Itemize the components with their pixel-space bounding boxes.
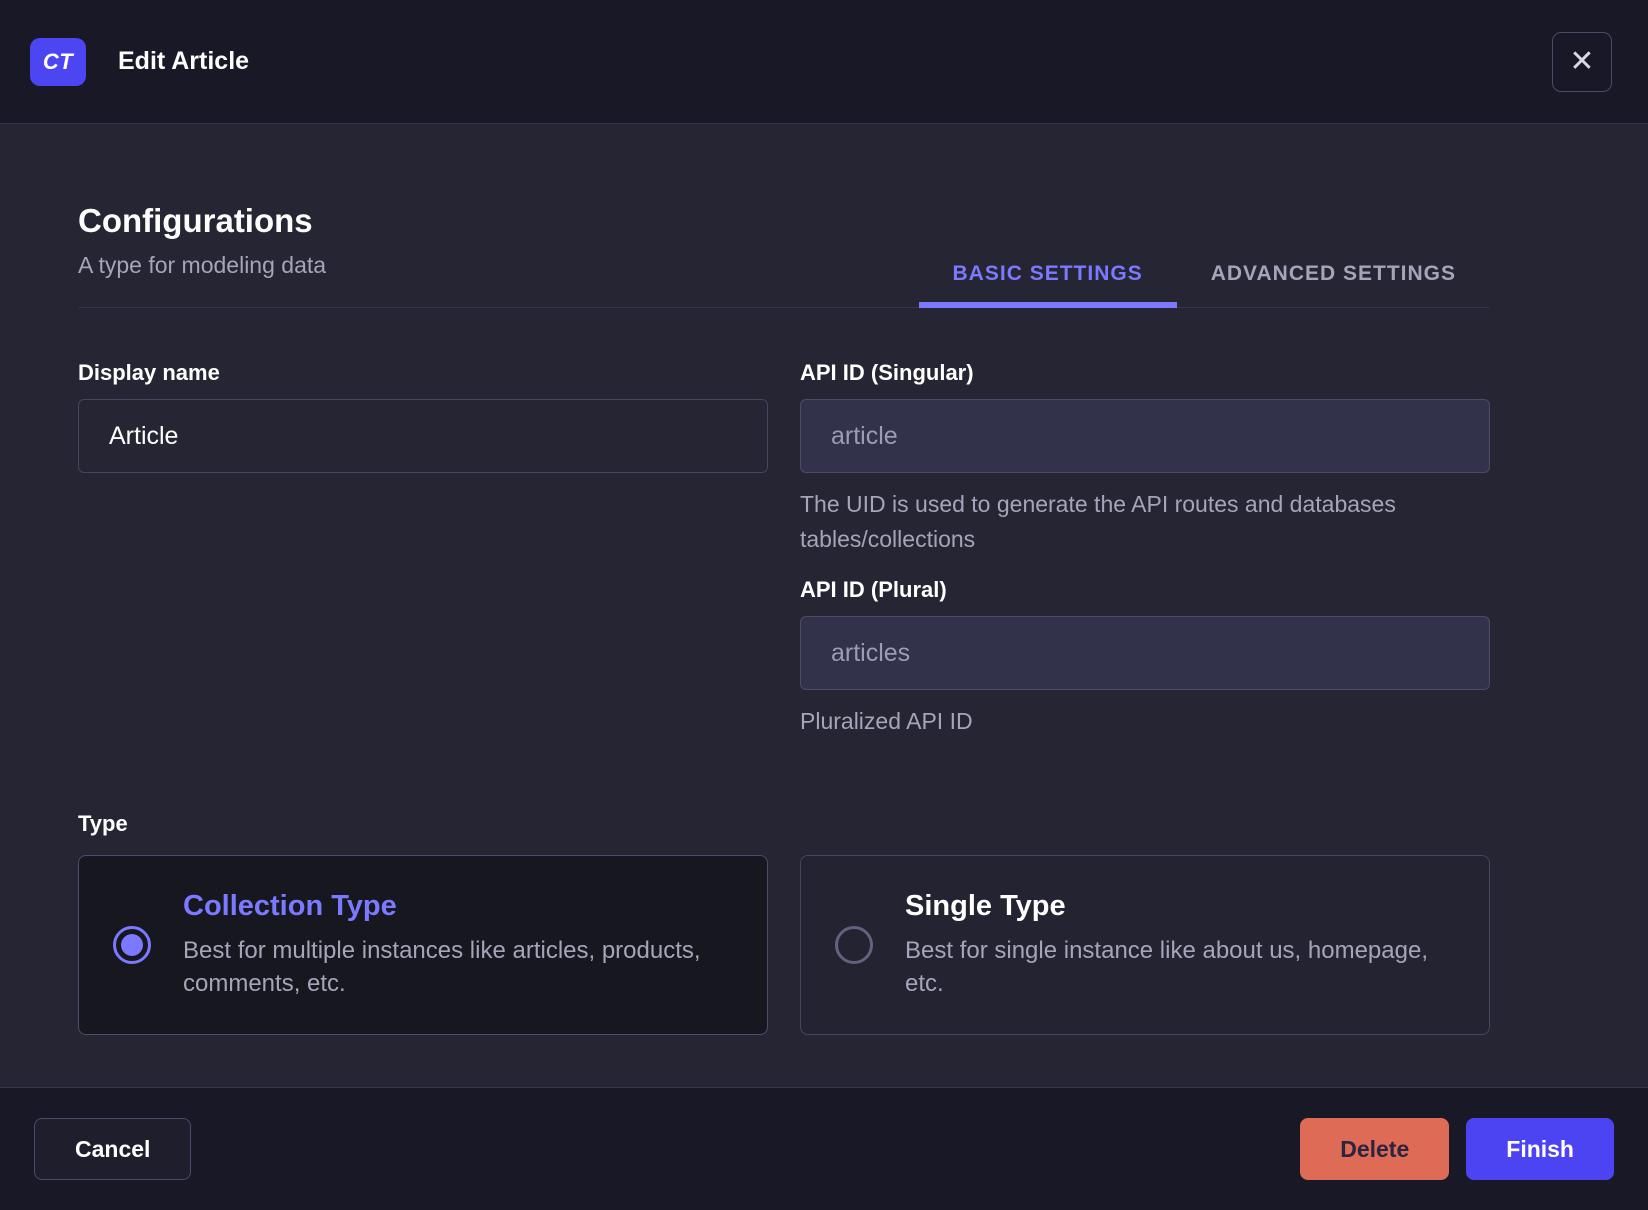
collection-type-title: Collection Type <box>183 890 397 922</box>
display-name-label: Display name <box>78 360 220 385</box>
display-name-field-group: Display name <box>78 360 768 473</box>
intro-titles: Configurations A type for modeling data <box>78 202 326 307</box>
type-section: Type Collection Type Best for multiple i… <box>78 811 1490 1035</box>
settings-tabs: BASIC SETTINGS ADVANCED SETTINGS <box>918 244 1490 308</box>
display-name-input[interactable] <box>78 399 768 473</box>
type-label: Type <box>78 811 128 836</box>
api-id-plural-label: API ID (Plural) <box>800 577 947 602</box>
radio-unselected-icon[interactable] <box>835 926 873 964</box>
collection-type-card[interactable]: Collection Type Best for multiple instan… <box>78 855 768 1035</box>
single-type-description: Best for single instance like about us, … <box>905 937 1428 997</box>
finish-button[interactable]: Finish <box>1466 1118 1614 1180</box>
api-id-plural-input[interactable] <box>800 616 1490 690</box>
edit-content-type-modal: CT Edit Article ✕ Configurations A type … <box>0 0 1648 1210</box>
form-left-column: Display name <box>78 360 768 739</box>
radio-dot <box>121 934 143 956</box>
type-cards: Collection Type Best for multiple instan… <box>78 855 1490 1035</box>
modal-footer: Cancel Delete Finish <box>0 1087 1648 1210</box>
single-type-title: Single Type <box>905 890 1066 922</box>
api-id-singular-field-group: API ID (Singular) The UID is used to gen… <box>800 360 1490 557</box>
radio-dot <box>843 934 865 956</box>
tab-basic-settings[interactable]: BASIC SETTINGS <box>918 244 1177 308</box>
api-id-singular-hint: The UID is used to generate the API rout… <box>800 491 1396 552</box>
radio-selected-icon[interactable] <box>113 926 151 964</box>
modal-title: Edit Article <box>118 47 250 75</box>
form-right-column: API ID (Singular) The UID is used to gen… <box>800 360 1490 739</box>
api-id-plural-field-group: API ID (Plural) Pluralized API ID <box>800 577 1490 739</box>
close-icon: ✕ <box>1569 44 1595 78</box>
api-id-singular-input[interactable] <box>800 399 1490 473</box>
single-type-text: Single Type Best for single instance lik… <box>905 890 1455 1000</box>
single-type-card[interactable]: Single Type Best for single instance lik… <box>800 855 1490 1035</box>
delete-button[interactable]: Delete <box>1300 1118 1450 1180</box>
page-subtitle: A type for modeling data <box>78 252 327 278</box>
api-id-singular-label: API ID (Singular) <box>800 360 974 385</box>
intro-row: Configurations A type for modeling data … <box>78 124 1490 308</box>
configuration-form: Display name API ID (Singular) The UID i… <box>78 360 1490 739</box>
modal-body: Configurations A type for modeling data … <box>0 124 1648 1087</box>
tab-advanced-settings[interactable]: ADVANCED SETTINGS <box>1177 244 1490 308</box>
modal-header: CT Edit Article ✕ <box>0 0 1648 124</box>
api-id-plural-hint: Pluralized API ID <box>800 708 973 734</box>
content-type-badge-icon: CT <box>30 37 86 86</box>
collection-type-text: Collection Type Best for multiple instan… <box>183 890 733 1000</box>
cancel-button[interactable]: Cancel <box>34 1118 192 1180</box>
collection-type-description: Best for multiple instances like article… <box>183 937 701 997</box>
page-title: Configurations <box>78 202 313 239</box>
close-button[interactable]: ✕ <box>1552 31 1612 92</box>
